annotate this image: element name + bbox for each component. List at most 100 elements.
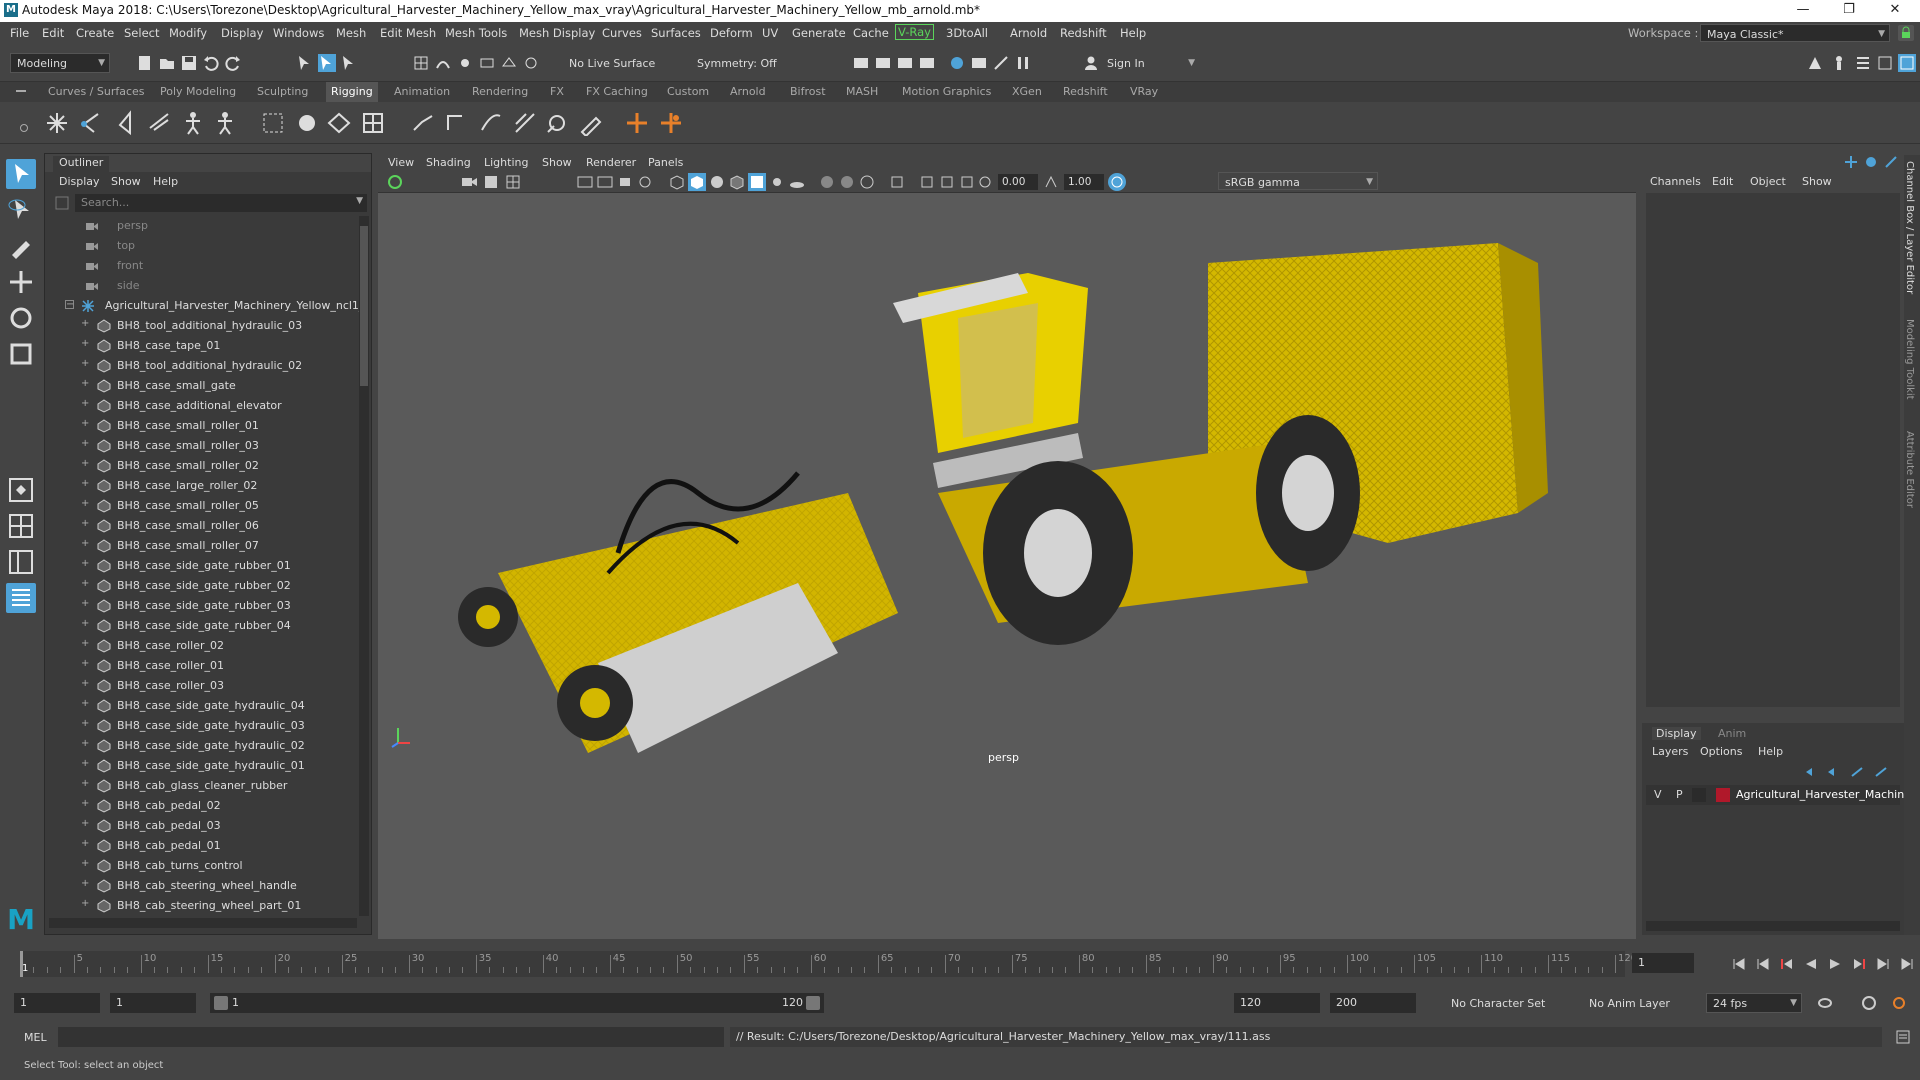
lasso-tool-icon[interactable] <box>6 195 36 225</box>
outliner-mesh-item[interactable]: + BH8_cab_steering_wheel_handle <box>45 876 355 896</box>
menu-edit[interactable]: Edit <box>42 26 64 40</box>
outliner-menu-help[interactable]: Help <box>153 175 178 188</box>
expand-icon[interactable]: + <box>81 579 90 589</box>
script-language-toggle[interactable]: MEL <box>24 1031 47 1044</box>
channel-box-settings-icon[interactable] <box>1862 153 1880 171</box>
menu-3dtoall[interactable]: 3DtoAll <box>946 26 988 40</box>
play-forwards-icon[interactable] <box>1826 955 1844 973</box>
layer-row[interactable]: V P Agricultural_Harvester_Machin <box>1646 785 1904 805</box>
grid-toggle-icon[interactable] <box>504 173 522 191</box>
expand-icon[interactable]: + <box>81 659 90 669</box>
outliner-mesh-item[interactable]: + BH8_case_roller_03 <box>45 676 355 696</box>
character-set-dropdown[interactable]: No Character Set <box>1444 993 1574 1013</box>
object-menu[interactable]: Object <box>1750 175 1786 188</box>
layer-name[interactable]: Agricultural_Harvester_Machin <box>1736 788 1904 801</box>
persp-outliner-layout-icon[interactable] <box>6 547 36 577</box>
viewport-menu-shading[interactable]: Shading <box>426 156 471 169</box>
tab-mash[interactable]: MASH <box>846 85 878 98</box>
cluster-icon[interactable] <box>478 110 504 136</box>
channel-box-expand-icon[interactable] <box>1882 153 1900 171</box>
collapse-icon[interactable]: − <box>65 300 74 310</box>
menu-display[interactable]: Display <box>221 26 263 40</box>
menu-vray[interactable]: V-Ray <box>895 24 934 40</box>
render-icon[interactable] <box>852 54 870 72</box>
resolution-gate-icon[interactable] <box>596 173 614 191</box>
menu-cache[interactable]: Cache <box>853 26 889 40</box>
expand-icon[interactable]: + <box>81 639 90 649</box>
expand-icon[interactable]: + <box>81 499 90 509</box>
playback-start-field[interactable]: 1 <box>110 993 196 1013</box>
expand-icon[interactable]: + <box>81 519 90 529</box>
mode-dropdown[interactable]: Modeling ▼ <box>10 53 110 73</box>
use-default-material-icon[interactable] <box>708 173 726 191</box>
snap-grid-icon[interactable] <box>412 54 430 72</box>
viewport-menu-renderer[interactable]: Renderer <box>586 156 636 169</box>
expand-icon[interactable]: + <box>81 419 90 429</box>
anim-layer-dropdown[interactable]: No Anim Layer <box>1582 993 1682 1013</box>
expand-icon[interactable]: + <box>81 819 90 829</box>
menu-file[interactable]: File <box>10 26 29 40</box>
undo-icon[interactable] <box>202 54 220 72</box>
camera-attributes-icon[interactable] <box>460 173 478 191</box>
current-frame-field[interactable]: 1 <box>1632 953 1694 973</box>
playback-end-field[interactable]: 120 <box>1234 993 1320 1013</box>
expand-icon[interactable]: + <box>81 319 90 329</box>
expand-icon[interactable]: + <box>81 559 90 569</box>
paint-select-tool-icon[interactable] <box>6 231 36 261</box>
outliner-mesh-item[interactable]: + BH8_cab_steering_wheel_part_01 <box>45 896 355 916</box>
script-editor-icon[interactable] <box>1894 1028 1912 1046</box>
expand-icon[interactable]: + <box>81 719 90 729</box>
outliner-mesh-item[interactable]: + BH8_cab_pedal_02 <box>45 796 355 816</box>
snap-live-icon[interactable] <box>522 54 540 72</box>
outliner-mesh-item[interactable]: + BH8_cab_pedal_03 <box>45 816 355 836</box>
step-back-frame-icon[interactable] <box>1778 955 1796 973</box>
outliner-menu-show[interactable]: Show <box>111 175 141 188</box>
live-surface-field[interactable]: No Live Surface <box>562 53 672 73</box>
orient-joint-icon[interactable] <box>146 110 172 136</box>
range-end-handle[interactable] <box>806 996 820 1010</box>
shelf-menu-icon[interactable] <box>16 90 26 92</box>
outliner-mesh-item[interactable]: + BH8_case_side_gate_hydraulic_03 <box>45 716 355 736</box>
outliner-mesh-item[interactable]: + BH8_case_small_gate <box>45 376 355 396</box>
tab-rendering[interactable]: Rendering <box>472 85 528 98</box>
character-controls-icon[interactable] <box>1830 54 1848 72</box>
lattice-icon[interactable] <box>360 110 386 136</box>
menu-surfaces[interactable]: Surfaces <box>651 26 701 40</box>
minimize-button[interactable]: — <box>1780 0 1826 22</box>
tab-display[interactable]: Display <box>1652 727 1701 740</box>
outliner-camera-item[interactable]: side <box>45 276 355 296</box>
outliner-camera-item[interactable]: top <box>45 236 355 256</box>
expand-icon[interactable]: + <box>81 619 90 629</box>
outliner-mesh-item[interactable]: + BH8_case_side_gate_rubber_01 <box>45 556 355 576</box>
layer-color-swatch[interactable] <box>1716 788 1730 802</box>
animation-start-field[interactable]: 1 <box>14 993 100 1013</box>
bind-skin-icon[interactable] <box>260 110 286 136</box>
snap-surface-icon[interactable] <box>500 54 518 72</box>
outliner-mesh-item[interactable]: + BH8_case_small_roller_01 <box>45 416 355 436</box>
range-start-handle[interactable] <box>214 996 228 1010</box>
mirror-joint-icon[interactable] <box>112 110 138 136</box>
menu-mesh-display[interactable]: Mesh Display <box>519 26 595 40</box>
joint-tool-icon[interactable] <box>44 110 70 136</box>
tab-anim[interactable]: Anim <box>1718 727 1746 740</box>
viewport-menu-panels[interactable]: Panels <box>648 156 683 169</box>
menu-edit-mesh[interactable]: Edit Mesh <box>380 26 436 40</box>
play-backwards-icon[interactable] <box>1802 955 1820 973</box>
shelf-options-icon[interactable] <box>20 124 28 132</box>
outliner-mesh-item[interactable]: + BH8_case_small_roller_05 <box>45 496 355 516</box>
help-menu[interactable]: Help <box>1758 745 1783 758</box>
snap-curve-icon[interactable] <box>434 54 452 72</box>
sculpt-deformer-icon[interactable] <box>578 110 604 138</box>
sign-in-dropdown[interactable]: Sign In ▼ <box>1100 53 1200 73</box>
menu-curves[interactable]: Curves <box>602 26 642 40</box>
ipr-render-icon[interactable] <box>896 54 914 72</box>
single-perspective-layout-icon[interactable] <box>6 475 36 505</box>
gamma-field[interactable]: 1.00 <box>1064 174 1104 190</box>
render-sequence-icon[interactable] <box>874 54 892 72</box>
outliner-camera-item[interactable]: front <box>45 256 355 276</box>
loop-playback-icon[interactable] <box>1816 994 1834 1012</box>
wireframe-icon[interactable] <box>668 173 686 191</box>
expand-icon[interactable]: + <box>81 899 90 909</box>
menu-modify[interactable]: Modify <box>169 26 207 40</box>
tab-bifrost[interactable]: Bifrost <box>790 85 826 98</box>
